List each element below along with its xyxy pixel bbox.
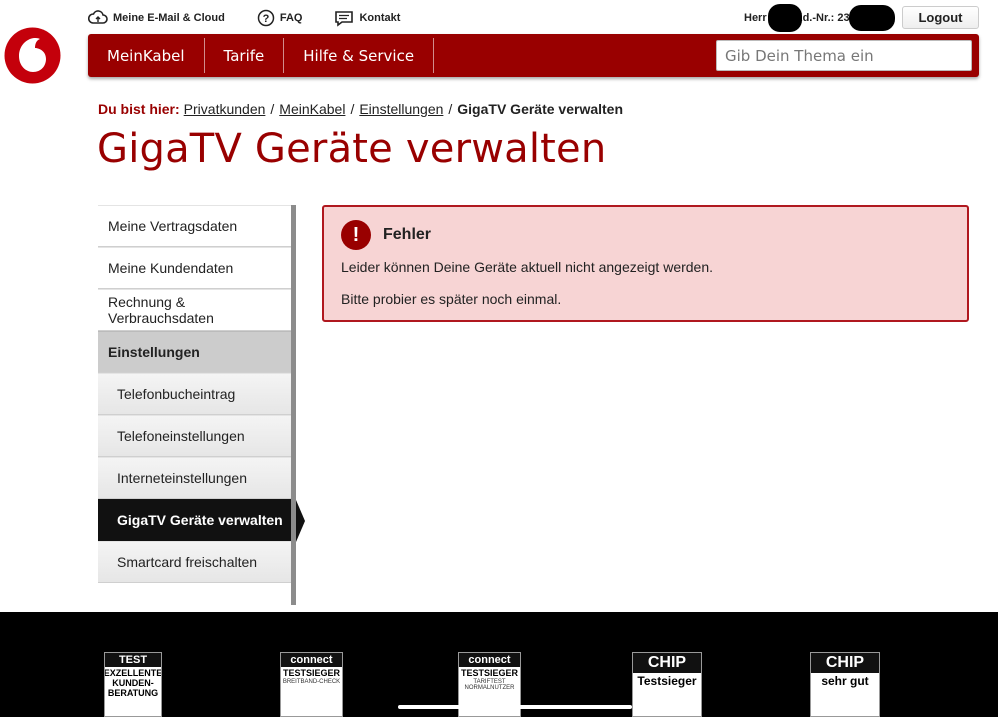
sidebar-item-rechnung[interactable]: Rechnung & Verbrauchsdaten	[98, 289, 291, 331]
question-icon: ?	[257, 9, 275, 27]
cloud-icon	[88, 10, 108, 24]
sidebar: Meine Vertragsdaten Meine Kundendaten Re…	[98, 205, 305, 605]
error-hint: Bitte probier es später noch einmal.	[341, 291, 562, 307]
svg-text:?: ?	[262, 13, 269, 25]
sidebar-item-smartcard[interactable]: Smartcard freischalten	[98, 541, 291, 583]
error-title: Fehler	[383, 226, 432, 243]
award-badge-chip-2: CHIP sehr gut	[810, 652, 880, 717]
redaction-mark	[768, 4, 802, 32]
nav-item-hilfe-service[interactable]: Hilfe & Service	[284, 38, 435, 73]
logout-button[interactable]: Logout	[902, 6, 979, 29]
breadcrumb-separator: /	[350, 101, 355, 117]
redaction-mark	[849, 5, 895, 31]
sidebar-item-kundendaten[interactable]: Meine Kundendaten	[98, 247, 291, 289]
main-navigation: MeinKabel Tarife Hilfe & Service	[88, 34, 979, 77]
salutation: Herr	[744, 12, 767, 24]
award-badge-chip-1: CHIP Testsieger	[632, 652, 702, 717]
breadcrumb-link-meinkabel[interactable]: MeinKabel	[279, 101, 345, 117]
footer: TEST EXZELLENTE KUNDEN-BERATUNG connect …	[0, 612, 998, 717]
badge-text: TESTSIEGER	[282, 668, 340, 678]
breadcrumb-separator: /	[270, 101, 275, 117]
badge-text: Testsieger	[637, 674, 697, 688]
search-input[interactable]	[716, 40, 972, 71]
award-badge-connect-1: connect TESTSIEGER BREITBAND-CHECK	[280, 652, 343, 717]
sidebar-item-telefoneinstellungen[interactable]: Telefoneinstellungen	[98, 415, 291, 457]
breadcrumb-current: GigaTV Geräte verwalten	[457, 101, 624, 117]
sidebar-item-interneteinstellungen[interactable]: Interneteinstellungen	[98, 457, 291, 499]
badge-head: connect	[281, 653, 342, 667]
badge-head: TEST	[105, 653, 161, 667]
badge-text: EXZELLENTE KUNDEN-BERATUNG	[104, 668, 162, 698]
error-message-box: ! Fehler Leider können Deine Geräte aktu…	[322, 205, 969, 322]
breadcrumb-separator: /	[448, 101, 453, 117]
error-exclamation-icon: !	[341, 220, 371, 250]
breadcrumb-link-privatkunden[interactable]: Privatkunden	[184, 101, 266, 117]
error-text: Leider können Deine Geräte aktuell nicht…	[341, 259, 714, 275]
sidebar-item-telefonbucheintrag[interactable]: Telefonbucheintrag	[98, 373, 291, 415]
mail-cloud-link[interactable]: Meine E-Mail & Cloud	[88, 10, 225, 26]
badge-head: connect	[459, 653, 520, 667]
horizontal-scrollbar[interactable]	[398, 705, 632, 709]
contact-link[interactable]: Kontakt	[334, 10, 400, 27]
chat-icon	[335, 10, 354, 27]
utility-bar: Meine E-Mail & Cloud ? FAQ Kontakt	[88, 6, 432, 30]
sidebar-item-einstellungen[interactable]: Einstellungen	[98, 331, 291, 373]
breadcrumb-link-einstellungen[interactable]: Einstellungen	[359, 101, 443, 117]
badge-head: CHIP	[811, 653, 879, 673]
badge-text: sehr gut	[821, 674, 869, 688]
sidebar-item-gigatv-geraete[interactable]: GigaTV Geräte verwalten	[98, 499, 305, 542]
award-badge-test: TEST EXZELLENTE KUNDEN-BERATUNG	[104, 652, 162, 717]
badge-subtext: TARIFTEST NORMALNUTZER	[464, 678, 515, 692]
badge-text: TESTSIEGER	[460, 668, 518, 678]
customer-number: Kd.-Nr.: 232	[794, 12, 856, 24]
faq-link[interactable]: ? FAQ	[257, 9, 303, 27]
vodafone-logo[interactable]	[4, 27, 61, 84]
badge-head: CHIP	[633, 653, 701, 673]
breadcrumb-lead: Du bist hier:	[98, 101, 180, 117]
breadcrumb: Du bist hier: Privatkunden / MeinKabel /…	[98, 101, 623, 117]
page-title: GigaTV Geräte verwalten	[97, 126, 607, 172]
nav-item-meinkabel[interactable]: MeinKabel	[88, 38, 205, 73]
faq-label: FAQ	[279, 12, 303, 24]
badge-subtext: BREITBAND-CHECK	[282, 678, 341, 685]
mail-cloud-label: Meine E-Mail & Cloud	[113, 12, 225, 24]
contact-label: Kontakt	[359, 12, 401, 24]
nav-item-tarife[interactable]: Tarife	[205, 38, 285, 73]
sidebar-item-vertragsdaten[interactable]: Meine Vertragsdaten	[98, 205, 291, 247]
